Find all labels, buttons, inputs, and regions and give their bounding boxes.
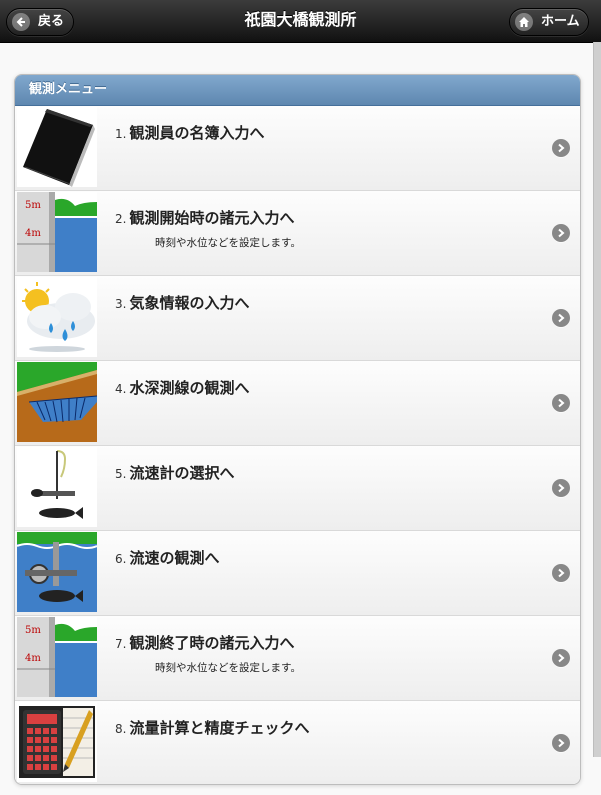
gauge-label-bottom: 4m xyxy=(25,228,41,239)
chevron-right-icon xyxy=(552,309,570,327)
item-label: 観測開始時の諸元入力へ xyxy=(129,209,295,227)
current-meter-icon xyxy=(17,447,97,527)
menu-item-depth-transect[interactable]: 4. 水深測線の観測へ xyxy=(15,361,580,446)
observation-menu-list: 観測メニュー 1. 観測員の名簿入力へ 5m 4m 2. 観測開始時の諸元入力へ… xyxy=(14,74,581,785)
item-label: 観測員の名簿入力へ xyxy=(129,124,265,142)
water-gauge-icon: 5m 4m xyxy=(17,617,97,697)
river-cross-section-icon xyxy=(17,362,97,442)
item-label: 流速の観測へ xyxy=(129,549,220,567)
back-arrow-icon xyxy=(12,13,30,31)
item-label: 観測終了時の諸元入力へ xyxy=(129,634,295,652)
chevron-right-icon xyxy=(552,139,570,157)
notebook-icon xyxy=(17,107,97,187)
menu-item-weather[interactable]: 3. 気象情報の入力へ xyxy=(15,276,580,361)
menu-item-velocity-observation[interactable]: 6. 流速の観測へ xyxy=(15,531,580,616)
menu-item-discharge-calculation[interactable]: 8. 流量計算と精度チェックへ xyxy=(15,701,580,784)
calculator-icon xyxy=(17,702,97,782)
chevron-right-icon xyxy=(552,224,570,242)
item-number: 1. xyxy=(115,127,127,141)
back-button[interactable]: 戻る xyxy=(6,8,74,36)
menu-item-current-meter-select[interactable]: 5. 流速計の選択へ xyxy=(15,446,580,531)
gauge-label-top: 5m xyxy=(25,200,41,211)
item-number: 6. xyxy=(115,552,127,566)
menu-item-end-conditions[interactable]: 5m 4m 7. 観測終了時の諸元入力へ 時刻や水位などを設定します。 xyxy=(15,616,580,701)
item-label: 気象情報の入力へ xyxy=(129,294,250,312)
header-bar: 祇園大橋観測所 戻る ホーム xyxy=(0,0,601,43)
gauge-label-top: 5m xyxy=(25,625,41,636)
item-number: 2. xyxy=(115,212,127,226)
chevron-right-icon xyxy=(552,394,570,412)
item-label: 水深測線の観測へ xyxy=(129,379,250,397)
item-number: 7. xyxy=(115,637,127,651)
chevron-right-icon xyxy=(552,734,570,752)
water-gauge-icon: 5m 4m xyxy=(17,192,97,272)
item-number: 3. xyxy=(115,297,127,311)
item-description: 時刻や水位などを設定します。 xyxy=(155,237,301,249)
chevron-right-icon xyxy=(552,649,570,667)
item-number: 5. xyxy=(115,467,127,481)
home-icon xyxy=(515,13,533,31)
weather-icon xyxy=(17,277,97,357)
item-number: 8. xyxy=(115,722,127,736)
scrollbar[interactable] xyxy=(593,42,601,757)
chevron-right-icon xyxy=(552,564,570,582)
back-button-label: 戻る xyxy=(38,14,65,29)
item-label: 流速計の選択へ xyxy=(129,464,235,482)
home-button-label: ホーム xyxy=(541,14,580,29)
item-label: 流量計算と精度チェックへ xyxy=(129,719,310,737)
menu-item-start-conditions[interactable]: 5m 4m 2. 観測開始時の諸元入力へ 時刻や水位などを設定します。 xyxy=(15,191,580,276)
item-description: 時刻や水位などを設定します。 xyxy=(155,662,301,674)
home-button[interactable]: ホーム xyxy=(509,8,589,36)
menu-item-observer-roster[interactable]: 1. 観測員の名簿入力へ xyxy=(15,106,580,191)
item-number: 4. xyxy=(115,382,127,396)
list-divider: 観測メニュー xyxy=(15,75,580,106)
velocity-measurement-icon xyxy=(17,532,97,612)
gauge-label-bottom: 4m xyxy=(25,653,41,664)
chevron-right-icon xyxy=(552,479,570,497)
